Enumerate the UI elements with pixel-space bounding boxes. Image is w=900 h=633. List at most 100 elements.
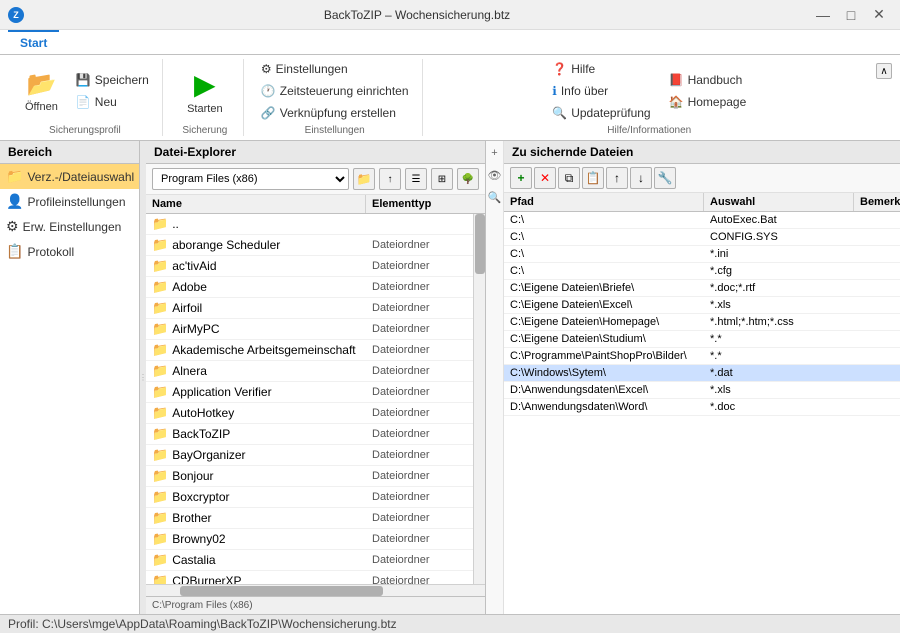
status-bar: Profil: C:\Users\mge\AppData\Roaming\Bac… bbox=[0, 614, 900, 633]
explorer-scrollbar-thumb[interactable] bbox=[475, 214, 485, 274]
explorer-row[interactable]: 📁 Adobe Dateiordner bbox=[146, 277, 473, 298]
nav-up-button[interactable]: ↑ bbox=[379, 168, 401, 190]
explorer-row[interactable]: 📁 Akademische Arbeitsgemeinschaft Dateio… bbox=[146, 340, 473, 361]
ribbon-group-sicherungsprofil: 📂 Öffnen 💾 Speichern 📄 Neu Sicherungspro… bbox=[8, 59, 163, 136]
zeitsteuerung-button[interactable]: 🕐 Zeitsteuerung einrichten bbox=[256, 81, 414, 101]
explorer-row-type: Dateiordner bbox=[366, 321, 473, 337]
left-icon-add[interactable]: + bbox=[487, 145, 503, 161]
backup-row[interactable]: C:\ AutoExec.Bat bbox=[504, 212, 900, 229]
backup-row-remark bbox=[854, 235, 900, 239]
close-button[interactable]: ✕ bbox=[866, 5, 892, 25]
backup-row[interactable]: C:\Eigene Dateien\Excel\ *.xls bbox=[504, 297, 900, 314]
nav-folder-button[interactable]: 📁 bbox=[353, 168, 375, 190]
backup-row-remark bbox=[854, 269, 900, 273]
backup-movedown-button[interactable]: ↓ bbox=[630, 167, 652, 189]
backup-row[interactable]: C:\Eigene Dateien\Studium\ *.* bbox=[504, 331, 900, 348]
explorer-row-name-text: CDBurnerXP bbox=[172, 574, 241, 584]
explorer-row[interactable]: 📁 CDBurnerXP Dateiordner bbox=[146, 571, 473, 584]
verknuepfung-button[interactable]: 🔗 Verknüpfung erstellen bbox=[256, 103, 414, 123]
explorer-row-name-text: Akademische Arbeitsgemeinschaft bbox=[172, 343, 355, 357]
info-button[interactable]: ℹ Info über bbox=[547, 81, 655, 101]
explorer-row[interactable]: 📁 Alnera Dateiordner bbox=[146, 361, 473, 382]
minimize-button[interactable]: — bbox=[810, 5, 836, 25]
explorer-row-name-text: Brother bbox=[172, 511, 211, 525]
backup-row[interactable]: C:\ *.cfg bbox=[504, 263, 900, 280]
hilfe-label: Hilfe bbox=[571, 62, 595, 76]
starten-button[interactable]: ▶ Starten bbox=[175, 63, 235, 120]
maximize-button[interactable]: □ bbox=[838, 5, 864, 25]
explorer-row[interactable]: 📁 Bonjour Dateiordner bbox=[146, 466, 473, 487]
explorer-row[interactable]: 📁 .. bbox=[146, 214, 473, 235]
explorer-row[interactable]: 📁 Airfoil Dateiordner bbox=[146, 298, 473, 319]
hilfe-button[interactable]: ❓ Hilfe bbox=[547, 59, 655, 79]
sidebar-item-erw-einstellungen[interactable]: ⚙ Erw. Einstellungen bbox=[0, 214, 139, 239]
explorer-row-name: 📁 CDBurnerXP bbox=[146, 571, 366, 584]
handbuch-button[interactable]: 📕 Handbuch bbox=[664, 70, 752, 90]
tab-start[interactable]: Start bbox=[8, 30, 59, 54]
backup-delete-button[interactable]: ✕ bbox=[534, 167, 556, 189]
explorer-row[interactable]: 📁 Brother Dateiordner bbox=[146, 508, 473, 529]
update-button[interactable]: 🔍 Updateprüfung bbox=[547, 103, 655, 123]
folder-row-icon: 📁 bbox=[152, 405, 168, 421]
sidebar-item-protokoll[interactable]: 📋 Protokoll bbox=[0, 239, 139, 264]
explorer-row[interactable]: 📁 Boxcryptor Dateiordner bbox=[146, 487, 473, 508]
neu-button[interactable]: 📄 Neu bbox=[71, 92, 154, 112]
backup-copy-button[interactable]: ⧉ bbox=[558, 167, 580, 189]
backup-add-button[interactable]: + bbox=[510, 167, 532, 189]
backup-row[interactable]: D:\Anwendungsdaten\Excel\ *.xls bbox=[504, 382, 900, 399]
explorer-row-type: Dateiordner bbox=[366, 531, 473, 547]
left-icon-search[interactable]: 🔍 bbox=[487, 189, 503, 205]
view-detail-button[interactable]: ⊞ bbox=[431, 168, 453, 190]
backup-row[interactable]: C:\Eigene Dateien\Homepage\ *.html;*.htm… bbox=[504, 314, 900, 331]
backup-props-button[interactable]: 🔧 bbox=[654, 167, 676, 189]
explorer-row[interactable]: 📁 BackToZIP Dateiordner bbox=[146, 424, 473, 445]
homepage-button[interactable]: 🏠 Homepage bbox=[664, 92, 752, 112]
explorer-row[interactable]: 📁 Browny02 Dateiordner bbox=[146, 529, 473, 550]
explorer-row-name: 📁 BackToZIP bbox=[146, 424, 366, 444]
sidebar-item-profileinstellungen[interactable]: 👤 Profileinstellungen bbox=[0, 189, 139, 214]
explorer-scrollbar[interactable] bbox=[473, 214, 485, 584]
backup-paste-button[interactable]: 📋 bbox=[582, 167, 604, 189]
ribbon-group-items-einstellungen: ⚙ Einstellungen 🕐 Zeitsteuerung einricht… bbox=[256, 59, 414, 123]
explorer-row[interactable]: 📁 BayOrganizer Dateiordner bbox=[146, 445, 473, 466]
backup-row[interactable]: C:\Programme\PaintShopPro\Bilder\ *.* bbox=[504, 348, 900, 365]
explorer-row-name-text: BayOrganizer bbox=[172, 448, 245, 462]
backup-row[interactable]: D:\Anwendungsdaten\Word\ *.doc bbox=[504, 399, 900, 416]
backup-row[interactable]: C:\Eigene Dateien\Briefe\ *.doc;*.rtf bbox=[504, 280, 900, 297]
backup-row[interactable]: C:\ *.ini bbox=[504, 246, 900, 263]
explorer-hscroll[interactable] bbox=[146, 584, 485, 596]
explorer-row[interactable]: 📁 AirMyPC Dateiordner bbox=[146, 319, 473, 340]
backup-row-path: C:\ bbox=[504, 229, 704, 245]
path-select[interactable]: Program Files (x86) bbox=[152, 168, 349, 190]
explorer-row[interactable]: 📁 Application Verifier Dateiordner bbox=[146, 382, 473, 403]
backup-moveup-button[interactable]: ↑ bbox=[606, 167, 628, 189]
view-list-button[interactable]: ☰ bbox=[405, 168, 427, 190]
ribbon-collapse-button[interactable]: ∧ bbox=[876, 63, 892, 79]
hscroll-track[interactable] bbox=[146, 585, 485, 596]
oeffnen-button[interactable]: 📂 Öffnen bbox=[16, 65, 67, 118]
ribbon-content: 📂 Öffnen 💾 Speichern 📄 Neu Sicherungspro… bbox=[0, 55, 900, 140]
folder-row-icon: 📁 bbox=[152, 342, 168, 358]
backup-row[interactable]: C:\ CONFIG.SYS bbox=[504, 229, 900, 246]
app-icon: Z bbox=[8, 7, 24, 23]
speichern-button[interactable]: 💾 Speichern bbox=[71, 70, 154, 90]
explorer-row-type: Dateiordner bbox=[366, 384, 473, 400]
ribbon-group-items-sicherungsprofil: 📂 Öffnen 💾 Speichern 📄 Neu bbox=[16, 59, 154, 123]
explorer-row[interactable]: 📁 Castalia Dateiordner bbox=[146, 550, 473, 571]
content-area: ⋮ Datei-Explorer Program Files (x86) 📁 ↑… bbox=[140, 141, 900, 614]
sidebar-item-label-verz: Verz.-/Dateiauswahl bbox=[27, 170, 134, 184]
left-icon-view[interactable]: 👁 bbox=[487, 167, 503, 183]
backup-row[interactable]: C:\Windows\Sytem\ *.dat bbox=[504, 365, 900, 382]
einstellungen-button[interactable]: ⚙ Einstellungen bbox=[256, 59, 414, 79]
einstellungen-label: Einstellungen bbox=[276, 62, 348, 76]
explorer-row[interactable]: 📁 AutoHotkey Dateiordner bbox=[146, 403, 473, 424]
explorer-row-name: 📁 Boxcryptor bbox=[146, 487, 366, 507]
explorer-row[interactable]: 📁 aborange Scheduler Dateiordner bbox=[146, 235, 473, 256]
sidebar-item-verz-dateiauswahl[interactable]: 📁 Verz.-/Dateiauswahl bbox=[0, 164, 139, 189]
hscroll-thumb[interactable] bbox=[180, 586, 383, 596]
view-tree-button[interactable]: 🌳 bbox=[457, 168, 479, 190]
explorer-file-list: 📁 .. 📁 aborange Scheduler Dateiordner 📁 … bbox=[146, 214, 473, 584]
explorer-row-name-text: Castalia bbox=[172, 553, 215, 567]
explorer-row[interactable]: 📁 ac'tivAid Dateiordner bbox=[146, 256, 473, 277]
explorer-toolbar: Program Files (x86) 📁 ↑ ☰ ⊞ 🌳 bbox=[146, 164, 485, 195]
